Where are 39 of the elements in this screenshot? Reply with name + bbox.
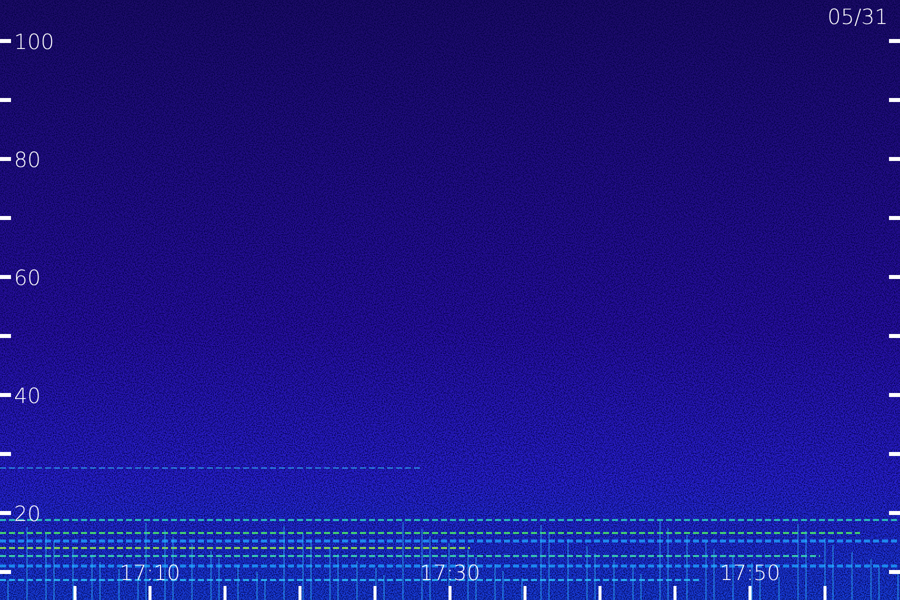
- axis-tick: [74, 586, 76, 600]
- y-axis-label: 60: [14, 266, 41, 290]
- y-axis-label: 100: [14, 30, 54, 54]
- x-axis-label: 17:50: [720, 561, 780, 585]
- axis-tick: [889, 570, 900, 574]
- x-axis-label: 17:30: [420, 561, 480, 585]
- axis-tick: [0, 393, 11, 397]
- axis-tick: [524, 586, 526, 600]
- axis-tick: [0, 39, 11, 43]
- axis-tick: [889, 334, 900, 338]
- y-axis-label: 40: [14, 384, 41, 408]
- axis-tick: [889, 452, 900, 456]
- date-label: 05/31: [827, 5, 888, 29]
- axis-tick: [148, 586, 152, 600]
- axis-tick: [224, 586, 226, 600]
- axis-tick: [0, 452, 11, 456]
- axis-tick: [889, 39, 900, 43]
- axis-tick: [889, 275, 900, 279]
- axis-tick: [889, 98, 900, 102]
- axis-tick: [889, 216, 900, 220]
- axis-tick: [824, 586, 826, 600]
- axis-tick: [889, 511, 900, 515]
- axis-tick: [0, 157, 11, 161]
- axis-tick: [748, 586, 752, 600]
- axis-tick: [0, 570, 11, 574]
- axis-tick: [0, 511, 11, 515]
- axis-tick: [0, 98, 11, 102]
- axis-tick: [889, 157, 900, 161]
- axis-tick: [598, 586, 602, 600]
- axis-tick: [298, 586, 302, 600]
- axis-tick: [0, 334, 11, 338]
- y-axis-label: 80: [14, 148, 41, 172]
- axis-tick: [0, 275, 11, 279]
- axis-tick: [448, 586, 452, 600]
- axis-tick: [0, 216, 11, 220]
- axis-tick: [674, 586, 676, 600]
- axis-tick: [889, 393, 900, 397]
- x-axis-label: 17:10: [120, 561, 180, 585]
- axis-tick: [374, 586, 376, 600]
